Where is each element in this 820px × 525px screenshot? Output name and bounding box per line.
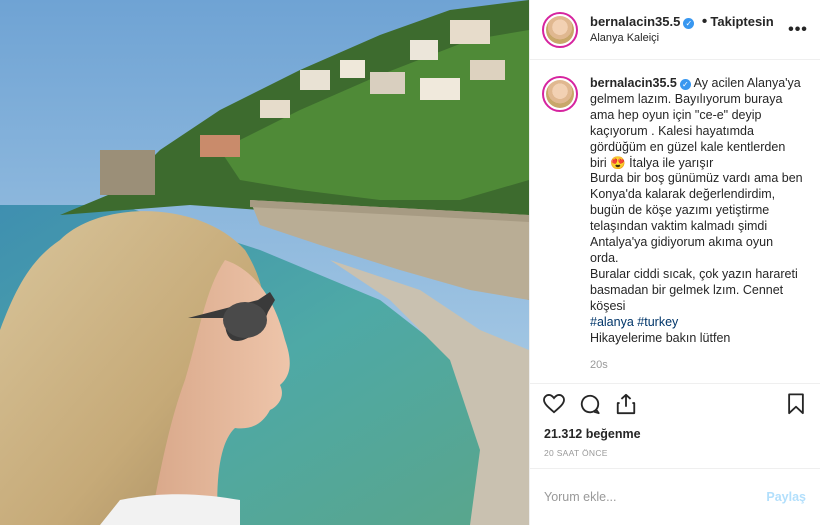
hashtag-line: #alanya #turkey: [590, 315, 803, 331]
caption-line: bugün de köşe yazımı yetiştirme: [590, 203, 770, 218]
caption-line: orda.: [590, 250, 619, 265]
caption-line: ama hep oyun için "ce-e" deyip: [590, 107, 762, 122]
post-header: bernalacin35.5 ✓ • Takiptesin Alanya Kalei…: [530, 0, 820, 60]
caption-line: gördüğüm en güzel kale kentlerden: [590, 139, 786, 154]
caption-line: basmadan bir gelmek lzım. Cennet: [590, 282, 784, 297]
post-photo[interactable]: [0, 0, 529, 525]
caption-line: Burda bir boş günümüz vardı ama ben: [590, 171, 803, 186]
comment-time[interactable]: 20s: [590, 358, 803, 374]
comment-icon[interactable]: [576, 390, 604, 418]
heart-icon[interactable]: [540, 390, 568, 418]
post-sidebar: bernalacin35.5 ✓ • Takiptesin Alanya Kalei…: [529, 0, 820, 525]
caption-line: Ay acilen Alanya'ya: [693, 76, 801, 90]
hashtag-link[interactable]: #turkey: [637, 315, 678, 329]
avatar-image: [546, 15, 574, 44]
caption-line: telaşından vaktim kalmadı şimdi: [590, 219, 768, 234]
verified-badge-icon: ✓: [679, 79, 691, 90]
separator-dot: •: [701, 12, 708, 30]
follow-status-button[interactable]: Takiptesin: [710, 14, 773, 29]
caption-comment: bernalacin35.5 ✓ Ay acilen Alanya'ya gelm…: [542, 76, 808, 374]
author-avatar[interactable]: [542, 11, 578, 48]
post-comment-button[interactable]: Paylaş: [766, 490, 806, 504]
caption-text: bernalacin35.5 ✓ Ay acilen Alanya'ya gelm…: [590, 76, 803, 374]
location-link[interactable]: Alanya Kaleiçi: [590, 30, 788, 47]
caption-line: Hikayelerime bakın lütfen: [590, 330, 731, 345]
comment-input[interactable]: [544, 490, 767, 504]
caption-line: Buralar ciddi sıcak, çok yazın harareti: [590, 266, 798, 281]
caption-line: Antalya'ya gidiyorum akıma oyun: [590, 235, 774, 250]
caption-avatar[interactable]: [542, 76, 578, 112]
caption-username[interactable]: bernalacin35.5: [590, 76, 677, 90]
author-username[interactable]: bernalacin35.5: [590, 14, 680, 29]
caption-line: gelmem lazım. Bayılıyorum buraya: [590, 91, 783, 106]
comments-section: bernalacin35.5 ✓ Ay acilen Alanya'ya gelm…: [530, 60, 820, 384]
bookmark-icon[interactable]: [782, 390, 810, 418]
likes-count[interactable]: 21.312 beğenme: [530, 424, 820, 444]
verified-badge-icon: ✓: [683, 17, 695, 29]
share-icon[interactable]: [612, 390, 640, 418]
caption-line: kaçıyorum . Kalesi hayatımda: [590, 123, 754, 138]
caption-line: biri 😍 İtalya ile yarışır: [590, 155, 714, 170]
caption-line: Konya'da kalarak değerlendirdim,: [590, 187, 776, 202]
avatar-image: [546, 80, 574, 108]
more-options-icon[interactable]: •••: [788, 21, 808, 39]
post-container: bernalacin35.5 ✓ • Takiptesin Alanya Kalei…: [0, 0, 820, 525]
caption-line: köşesi: [590, 298, 626, 313]
action-bar: [530, 384, 820, 424]
hashtag-link[interactable]: #alanya: [590, 315, 634, 329]
header-text: bernalacin35.5 ✓ • Takiptesin Alanya Kalei…: [590, 13, 788, 47]
post-image: [0, 0, 529, 525]
post-date[interactable]: 20 SAAT ÖNCE: [530, 444, 820, 469]
add-comment-box: Paylaş: [530, 469, 820, 525]
